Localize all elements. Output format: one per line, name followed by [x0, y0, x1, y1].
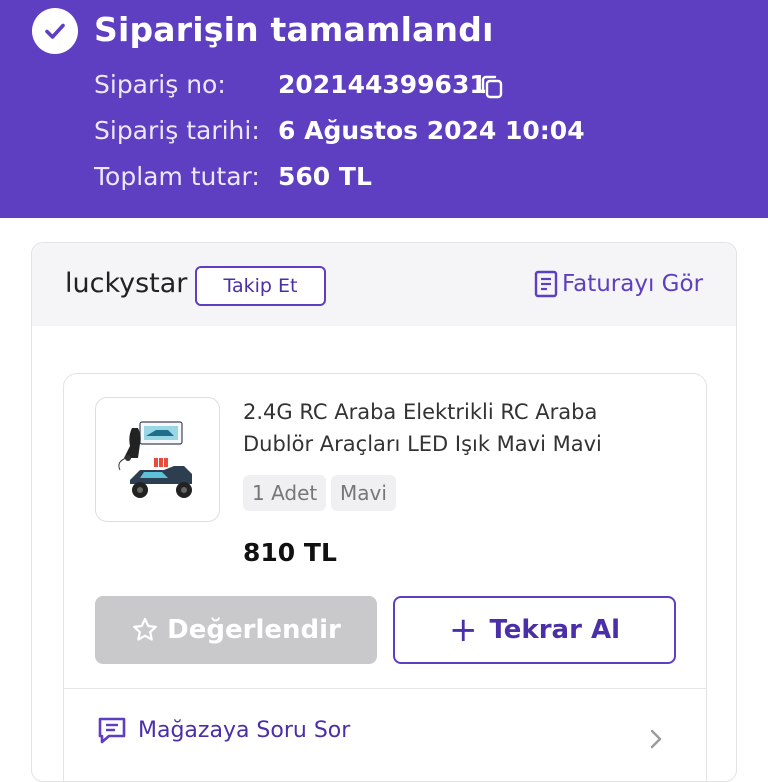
store-name[interactable]: luckystar	[65, 268, 187, 299]
view-invoice-label: Faturayı Gör	[562, 271, 704, 297]
order-complete-header: Siparişin tamamlandı Sipariş no: 2021443…	[0, 0, 768, 218]
order-no-row: Sipariş no: 202144399631	[94, 70, 503, 99]
check-icon	[32, 8, 78, 54]
plus-icon: +	[449, 610, 478, 650]
total-value: 560 TL	[278, 162, 372, 191]
store-header: luckystar Takip Et Faturayı Gör	[32, 243, 736, 326]
chat-icon	[98, 717, 126, 744]
rate-button[interactable]: Değerlendir	[95, 596, 377, 664]
copy-icon[interactable]	[478, 73, 506, 101]
ask-store-link[interactable]: Mağazaya Soru Sor	[96, 714, 350, 746]
page-title: Siparişin tamamlandı	[94, 10, 494, 49]
variant-tag: Mavi	[331, 475, 396, 511]
order-card: luckystar Takip Et Faturayı Gör 2.4G RC …	[31, 242, 737, 782]
product-item: 2.4G RC Araba Elektrikli RC Araba Dublör…	[63, 373, 707, 781]
order-no-value: 202144399631	[278, 70, 487, 99]
total-row: Toplam tutar: 560 TL	[94, 162, 372, 191]
divider	[64, 688, 706, 689]
order-no-label: Sipariş no:	[94, 70, 226, 99]
chevron-right-icon[interactable]	[648, 728, 664, 754]
ask-store-label: Mağazaya Soru Sor	[138, 717, 351, 743]
buy-again-label: Tekrar Al	[489, 615, 620, 645]
rate-label: Değerlendir	[167, 615, 341, 645]
order-date-label: Sipariş tarihi:	[94, 116, 260, 145]
product-price: 810 TL	[243, 538, 337, 567]
follow-button[interactable]: Takip Et	[195, 266, 326, 306]
product-name[interactable]: 2.4G RC Araba Elektrikli RC Araba Dublör…	[243, 396, 663, 460]
buy-again-button[interactable]: + Tekrar Al	[393, 596, 676, 664]
product-image[interactable]	[95, 397, 220, 522]
invoice-icon	[534, 270, 558, 298]
star-icon	[133, 617, 158, 641]
view-invoice-link[interactable]: Faturayı Gör	[534, 270, 703, 298]
order-date-value: 6 Ağustos 2024 10:04	[278, 116, 585, 145]
total-label: Toplam tutar:	[94, 162, 260, 191]
order-date-row: Sipariş tarihi: 6 Ağustos 2024 10:04	[94, 116, 585, 145]
quantity-tag: 1 Adet	[243, 475, 327, 511]
